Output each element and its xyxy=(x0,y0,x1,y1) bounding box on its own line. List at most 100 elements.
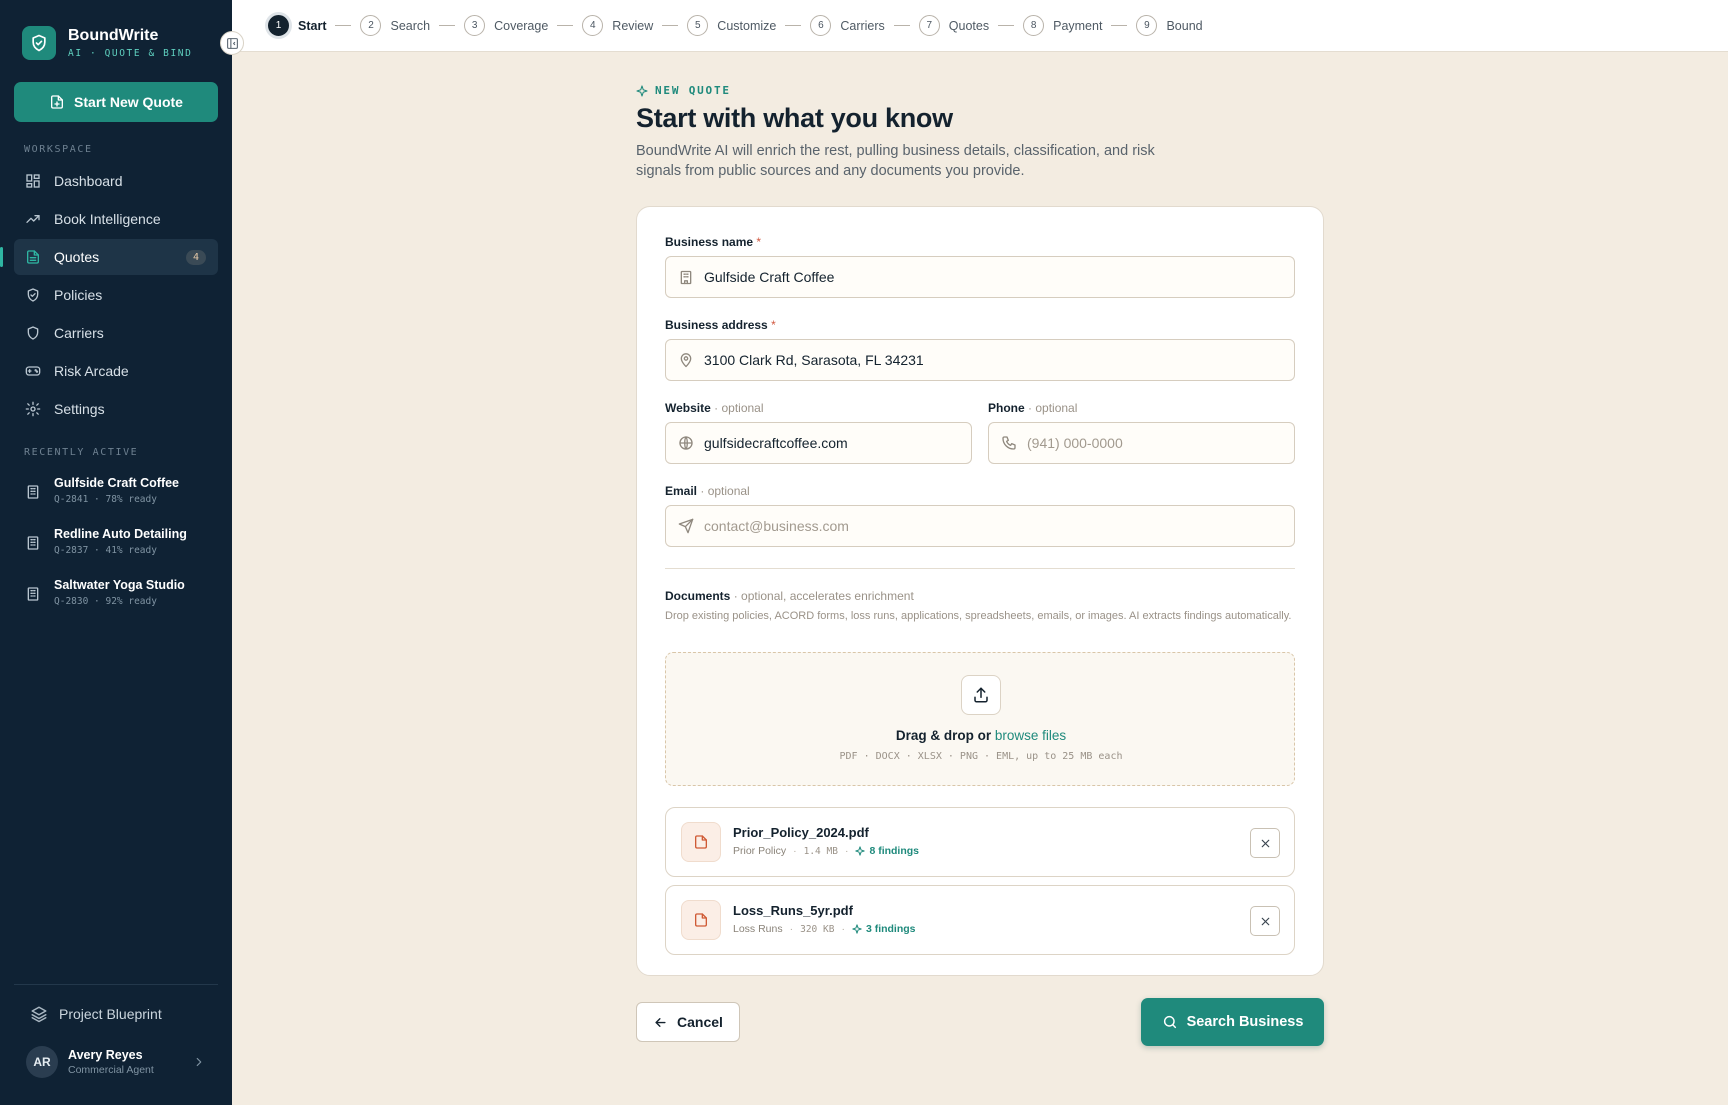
start-new-quote-label: Start New Quote xyxy=(74,94,183,110)
required-marker: * xyxy=(756,235,762,249)
email-label: Email · optional xyxy=(665,484,750,498)
website-field[interactable] xyxy=(665,422,972,464)
drop-instructions: Drag & drop or browse files xyxy=(666,728,1296,743)
search-icon xyxy=(1163,1015,1176,1029)
field-label-text: Business name xyxy=(665,235,754,249)
phone-field[interactable] xyxy=(988,422,1295,464)
sidebar-item-label: Book Intelligence xyxy=(54,211,161,227)
arrow-left-icon xyxy=(655,1017,666,1027)
step-search[interactable]: 2 Search xyxy=(360,15,430,36)
business-address-field[interactable] xyxy=(665,339,1295,381)
recent-item[interactable]: Gulfside Craft Coffee Q-2841 · 78% ready xyxy=(14,474,218,525)
file-meta: Loss Runs · 320 KB · 3 findings xyxy=(733,923,916,935)
findings-count: 3 findings xyxy=(865,923,916,935)
map-pin-icon xyxy=(680,352,692,367)
field-label-text: Documents xyxy=(665,589,731,603)
browse-files-link[interactable]: browse files xyxy=(995,728,1066,743)
shield-icon xyxy=(27,326,39,340)
user-menu[interactable]: AR Avery Reyes Commercial Agent xyxy=(26,1046,206,1078)
accepted-formats: PDF · DOCX · XLSX · PNG · EML, up to 25 … xyxy=(839,751,1123,762)
business-address-input[interactable] xyxy=(704,352,1294,368)
start-new-quote-button[interactable]: Start New Quote xyxy=(14,82,218,122)
recently-active-label: RECENTLY ACTIVE xyxy=(24,447,139,458)
avatar: AR xyxy=(26,1046,58,1078)
sidebar-item-settings[interactable]: Settings xyxy=(14,391,218,427)
building-icon xyxy=(27,485,39,499)
required-marker: * xyxy=(771,318,776,332)
step-label: Bound xyxy=(1166,18,1203,33)
step-carriers[interactable]: 6 Carriers xyxy=(810,15,885,36)
optional-marker: · optional xyxy=(714,401,764,415)
remove-file-button[interactable] xyxy=(1250,906,1280,936)
field-label-text: Website xyxy=(665,401,711,415)
file-findings[interactable]: 8 findings xyxy=(855,845,919,857)
email-input[interactable] xyxy=(704,518,1294,534)
step-connector xyxy=(998,25,1015,26)
step-review[interactable]: 4 Review xyxy=(582,15,653,36)
step-customize[interactable]: 5 Customize xyxy=(687,15,776,36)
brand: BoundWrite AI · QUOTE & BIND xyxy=(22,26,192,60)
page-title: Start with what you know xyxy=(636,103,953,133)
user-name: Avery Reyes xyxy=(68,1048,143,1062)
step-label: Customize xyxy=(717,18,777,33)
documents-label: Documents · optional, accelerates enrich… xyxy=(665,589,914,603)
sidebar: BoundWrite AI · QUOTE & BIND Start New Q… xyxy=(0,0,232,1105)
send-icon xyxy=(678,518,694,534)
user-role: Commercial Agent xyxy=(68,1064,154,1076)
sidebar-item-book-intelligence[interactable]: Book Intelligence xyxy=(14,201,218,237)
project-blueprint-link[interactable]: Project Blueprint xyxy=(30,1005,162,1023)
cancel-button[interactable]: Cancel xyxy=(636,1002,740,1042)
search-business-button[interactable]: Search Business xyxy=(1141,998,1324,1046)
quotes-count-badge: 4 xyxy=(186,250,206,265)
close-icon xyxy=(1261,917,1269,925)
step-bound[interactable]: 9 Bound xyxy=(1136,15,1203,36)
file-name: Loss_Runs_5yr.pdf xyxy=(733,903,853,918)
sidebar-item-dashboard[interactable]: Dashboard xyxy=(14,163,218,199)
section-divider xyxy=(665,568,1295,569)
optional-marker: · optional, accelerates enrichment xyxy=(733,589,914,603)
sidebar-item-quotes[interactable]: Quotes 4 xyxy=(0,239,218,275)
sidebar-item-label: Risk Arcade xyxy=(54,363,129,379)
gamepad-icon xyxy=(25,366,41,376)
website-label: Website · optional xyxy=(665,401,764,415)
recent-item[interactable]: Redline Auto Detailing Q-2837 · 41% read… xyxy=(14,525,218,576)
step-number: 5 xyxy=(687,15,709,36)
step-number: 3 xyxy=(464,15,486,36)
sidebar-nav: Dashboard Book Intelligence Quotes 4 Pol… xyxy=(0,163,218,429)
sidebar-item-label: Policies xyxy=(54,287,103,303)
step-connector xyxy=(439,25,456,26)
phone-input[interactable] xyxy=(1027,435,1294,451)
step-coverage[interactable]: 3 Coverage xyxy=(464,15,548,36)
step-number: 2 xyxy=(360,15,382,36)
email-field[interactable] xyxy=(665,505,1295,547)
step-start[interactable]: 1 Start xyxy=(268,15,326,36)
file-dropzone[interactable]: Drag & drop or browse files PDF · DOCX ·… xyxy=(665,652,1295,786)
recent-item[interactable]: Saltwater Yoga Studio Q-2830 · 92% ready xyxy=(14,576,218,627)
step-number: 9 xyxy=(1136,15,1158,36)
website-input[interactable] xyxy=(704,435,971,451)
file-findings[interactable]: 3 findings xyxy=(852,923,916,935)
quote-form-card: Business name * Business address * Websi… xyxy=(636,206,1324,976)
sidebar-item-policies[interactable]: Policies xyxy=(14,277,218,313)
step-number: 6 xyxy=(810,15,832,36)
step-payment[interactable]: 8 Payment xyxy=(1023,15,1102,36)
file-meta: Prior Policy · 1.4 MB · 8 findings xyxy=(733,845,920,857)
remove-file-button[interactable] xyxy=(1250,828,1280,858)
sidebar-item-label: Quotes xyxy=(54,249,100,265)
chevron-right-icon xyxy=(196,1057,202,1067)
sidebar-item-risk-arcade[interactable]: Risk Arcade xyxy=(14,353,218,389)
sparkle-icon xyxy=(855,846,866,856)
business-name-field[interactable] xyxy=(665,256,1295,298)
recent-item-meta: Q-2841 · 78% ready xyxy=(54,494,157,505)
step-connector xyxy=(662,25,679,26)
file-name: Prior_Policy_2024.pdf xyxy=(733,825,869,840)
sidebar-item-carriers[interactable]: Carriers xyxy=(14,315,218,351)
step-quotes[interactable]: 7 Quotes xyxy=(918,15,989,36)
shield-check-icon xyxy=(27,288,39,302)
sparkle-icon xyxy=(852,924,862,934)
collapse-sidebar-button[interactable] xyxy=(220,31,244,55)
business-name-input[interactable] xyxy=(704,269,1294,285)
pdf-file-icon xyxy=(681,900,721,940)
pdf-file-icon xyxy=(681,822,721,862)
step-label: Coverage xyxy=(494,18,549,33)
